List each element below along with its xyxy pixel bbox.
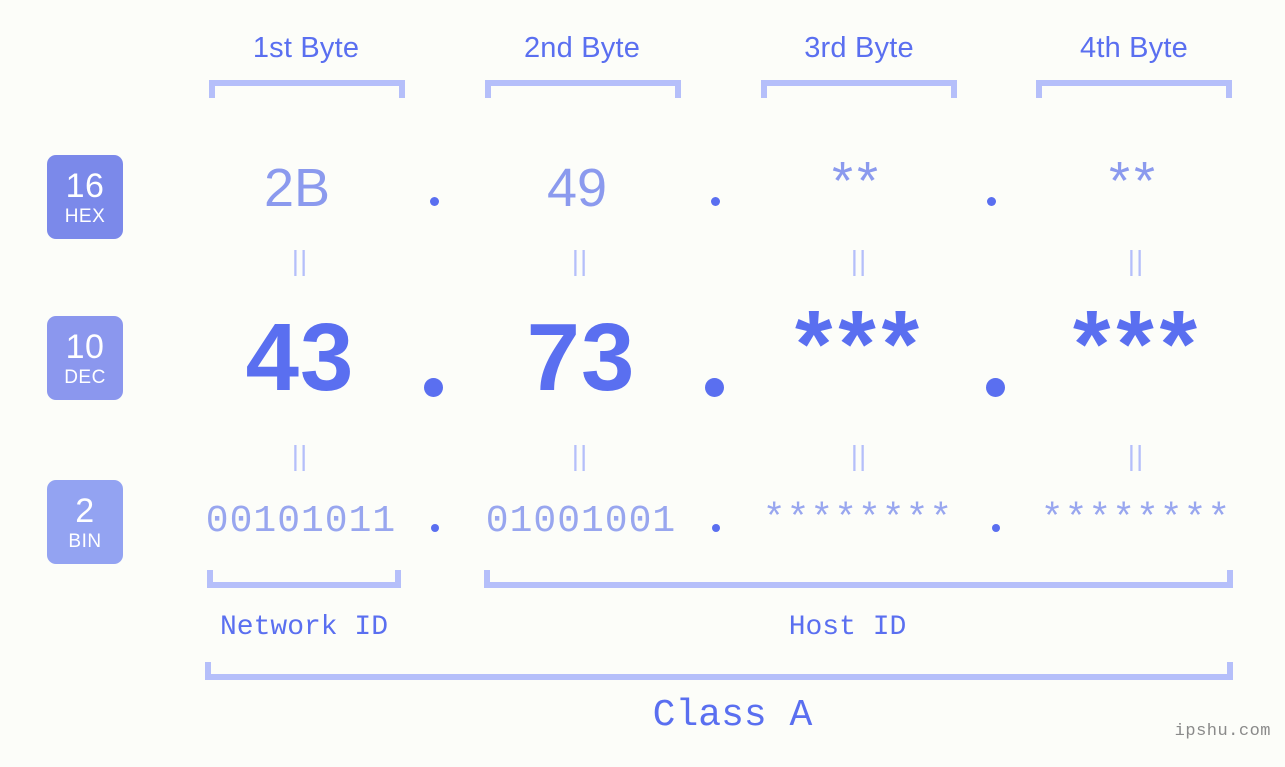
byte-header-4: 4th Byte [1080,32,1188,64]
bin-dot-separator-3 [992,524,1000,532]
bin-value-byte-1: 00101011 [205,500,397,543]
class-bracket [205,662,1233,680]
bin-dot-separator-1 [431,524,439,532]
dec-value-byte-3: *** [794,291,926,398]
equals-connector-dec-bin-4: || [1127,440,1145,471]
bin-value-byte-2: 01001001 [485,500,677,543]
radix-badge-dec: 10 DEC [47,316,123,400]
byte-bracket-top-3 [761,80,957,98]
equals-connector-hex-dec-2: || [571,245,589,276]
equals-connector-hex-dec-1: || [291,245,309,276]
equals-connector-dec-bin-1: || [291,440,309,471]
radix-badge-dec-unit: DEC [64,366,106,388]
byte-header-3: 3rd Byte [804,32,914,64]
byte-bracket-top-2 [485,80,681,98]
hex-value-byte-4: ** [1108,151,1160,211]
bin-value-byte-3: ******** [762,498,954,541]
dec-dot-separator-1 [424,378,443,397]
hex-dot-separator-2 [711,197,720,206]
dec-value-byte-4: *** [1072,291,1204,398]
dec-dot-separator-3 [986,378,1005,397]
byte-header-1: 1st Byte [252,32,360,64]
hex-value-byte-3: ** [831,151,883,211]
class-label: Class A [652,694,813,737]
radix-badge-bin-number: 2 [75,491,95,530]
equals-connector-dec-bin-2: || [571,440,589,471]
hex-value-byte-1: 2B [263,158,331,218]
host-id-bracket [484,570,1233,588]
byte-header-2: 2nd Byte [523,32,641,64]
host-id-label: Host ID [788,612,907,643]
dec-value-byte-1: 43 [245,304,355,411]
byte-bracket-top-1 [209,80,405,98]
radix-badge-bin-unit: BIN [68,530,102,552]
byte-bracket-top-4 [1036,80,1232,98]
radix-badge-hex-number: 16 [65,166,105,205]
dec-value-byte-2: 73 [526,304,636,411]
radix-badge-dec-number: 10 [65,327,105,366]
hex-value-byte-2: 49 [546,158,608,218]
equals-connector-hex-dec-3: || [850,245,868,276]
network-id-bracket [207,570,401,588]
equals-connector-dec-bin-3: || [850,440,868,471]
radix-badge-hex-unit: HEX [64,205,106,227]
equals-connector-hex-dec-4: || [1127,245,1145,276]
site-watermark: ipshu.com [1174,722,1271,741]
radix-badge-hex: 16 HEX [47,155,123,239]
dec-dot-separator-2 [705,378,724,397]
hex-dot-separator-3 [987,197,996,206]
hex-dot-separator-1 [430,197,439,206]
bin-value-byte-4: ******** [1040,498,1232,541]
radix-badge-bin: 2 BIN [47,480,123,564]
bin-dot-separator-2 [712,524,720,532]
ip-address-breakdown-diagram: 1st Byte 2nd Byte 3rd Byte 4th Byte 16 H… [0,0,1285,767]
network-id-label: Network ID [219,612,389,643]
